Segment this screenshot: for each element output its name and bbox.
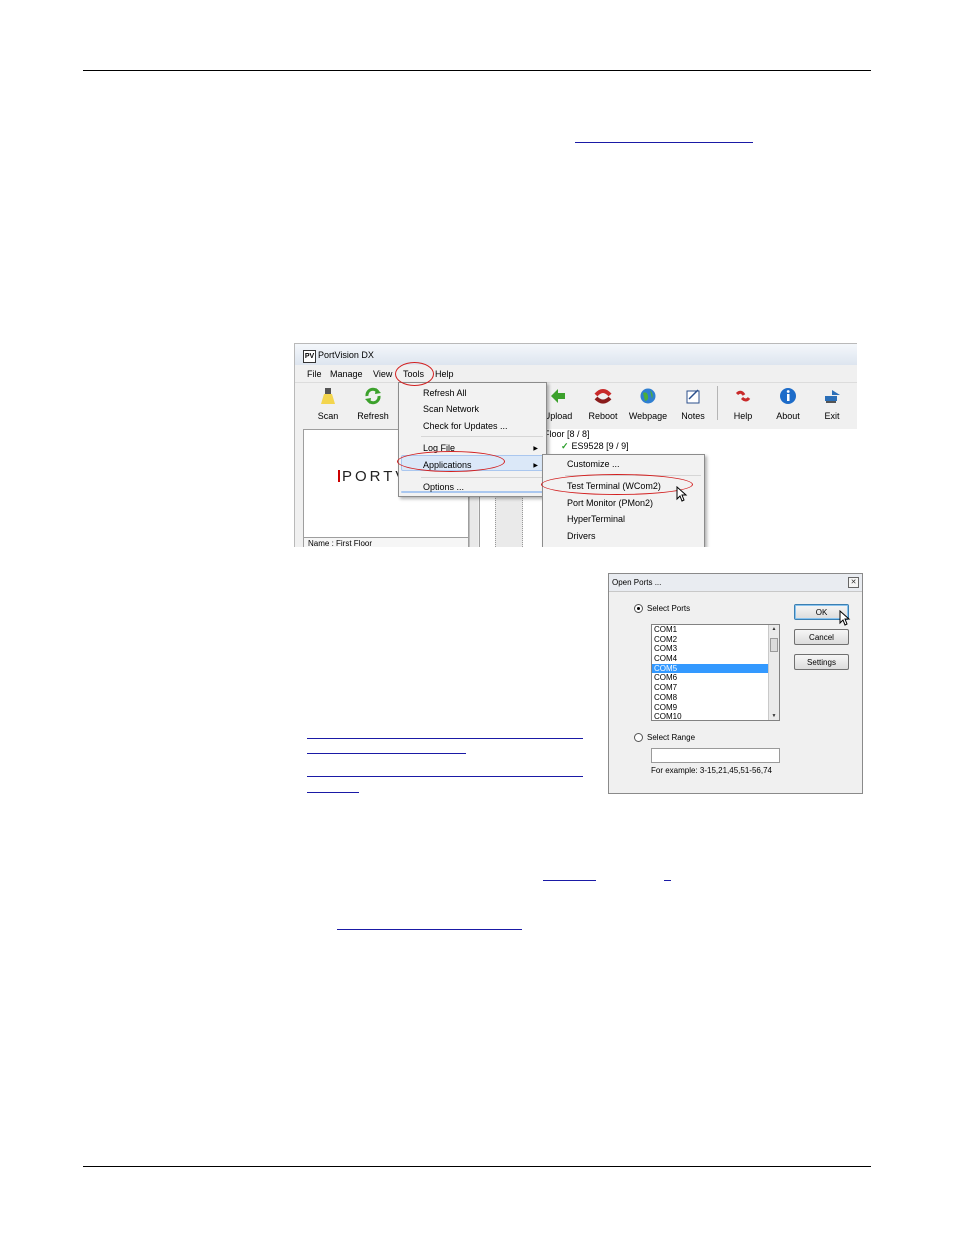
select-range-label: Select Range — [647, 733, 696, 742]
about-label: About — [776, 411, 800, 421]
tools-highlight-oval — [395, 362, 434, 386]
footer-rule — [83, 1166, 871, 1167]
cancel-button[interactable]: Cancel — [794, 629, 849, 645]
settings-button[interactable]: Settings — [794, 654, 849, 670]
hyperlink-underline[interactable] — [307, 776, 583, 777]
exit-label: Exit — [824, 411, 840, 421]
help-button[interactable]: Help — [723, 387, 763, 421]
refresh-label: Refresh — [357, 411, 389, 421]
menu-item-customize[interactable]: Customize ... — [567, 459, 620, 469]
menu-item-hyperterminal[interactable]: HyperTerminal — [567, 514, 625, 524]
list-item[interactable]: COM10 — [652, 712, 779, 720]
applications-highlight-oval — [397, 451, 505, 472]
scan-icon — [321, 388, 335, 404]
list-scrollbar[interactable]: ▲ ▼ — [768, 625, 779, 720]
hyperlink-underline[interactable] — [337, 929, 522, 930]
list-item[interactable]: COM6 — [652, 673, 779, 683]
name-field: Name : First Floor — [304, 537, 468, 547]
tree-column — [495, 492, 523, 547]
select-ports-label: Select Ports — [647, 604, 691, 613]
header-rule — [83, 70, 871, 71]
select-range-radio[interactable] — [634, 733, 643, 742]
upload-icon — [551, 389, 565, 403]
list-item[interactable]: COM3 — [652, 644, 779, 654]
hyperlink-underline[interactable] — [575, 142, 753, 143]
notes-icon — [686, 389, 700, 404]
menu-item-options[interactable]: Options ... — [423, 482, 464, 492]
refresh-button[interactable]: Refresh — [353, 387, 393, 421]
menu-separator — [421, 477, 543, 478]
notes-button[interactable]: Notes — [673, 387, 713, 421]
scroll-thumb[interactable] — [770, 638, 778, 652]
device-label: ES9528 [9 / 9] — [571, 441, 629, 451]
app-icon: PV — [303, 350, 316, 363]
list-item[interactable]: COM9 — [652, 703, 779, 713]
menu-help[interactable]: Help — [435, 369, 454, 379]
exit-icon — [825, 390, 840, 403]
dialog-title: Open Ports ... — [612, 578, 662, 587]
submenu-arrow-icon: ▶ — [533, 463, 538, 469]
menu-item-refresh-all[interactable]: Refresh All — [423, 388, 467, 398]
toolbar-separator — [717, 386, 718, 420]
dialog-title-bar: Open Ports ... ✕ — [609, 574, 862, 592]
tree-device-item[interactable]: ✓ ES9528 [9 / 9] — [561, 441, 629, 452]
scan-button[interactable]: Scan — [308, 387, 348, 421]
scroll-up-icon[interactable]: ▲ — [769, 626, 779, 632]
range-example: For example: 3-15,21,45,51-56,74 — [651, 766, 772, 775]
menu-manage[interactable]: Manage — [330, 369, 363, 379]
list-item-selected[interactable]: COM5 — [652, 663, 779, 674]
name-field-text: Name : First Floor — [308, 539, 373, 547]
menu-file[interactable]: File — [307, 369, 322, 379]
check-icon: ✓ — [561, 441, 569, 451]
window-title: PortVision DX — [318, 350, 374, 360]
list-item[interactable]: COM8 — [652, 693, 779, 703]
list-item[interactable]: COM1 — [652, 625, 779, 635]
menu-item-port-monitor[interactable]: Port Monitor (PMon2) — [567, 498, 653, 508]
hyperlink-underline[interactable] — [307, 738, 583, 739]
test-terminal-highlight-oval — [541, 474, 693, 495]
mouse-pointer-icon — [839, 610, 851, 626]
webpage-label: Webpage — [628, 411, 668, 421]
tools-menu: Refresh All Scan Network Check for Updat… — [398, 382, 547, 497]
mouse-pointer-icon — [676, 486, 688, 502]
menu-item-drivers[interactable]: Drivers — [567, 531, 596, 541]
menu-view[interactable]: View — [373, 369, 392, 379]
list-item[interactable]: COM4 — [652, 654, 779, 664]
hyperlink-underline[interactable] — [543, 880, 596, 881]
globe-icon — [640, 388, 656, 404]
exit-button[interactable]: Exit — [812, 387, 852, 421]
webpage-button[interactable]: Webpage — [628, 387, 668, 421]
hyperlink-underline[interactable] — [307, 792, 359, 793]
select-ports-radio[interactable] — [634, 604, 643, 613]
close-icon[interactable]: ✕ — [848, 577, 859, 588]
notes-label: Notes — [681, 411, 705, 421]
submenu-arrow-icon: ▶ — [533, 446, 538, 452]
list-item[interactable]: COM7 — [652, 683, 779, 693]
reboot-label: Reboot — [588, 411, 618, 421]
scroll-down-icon[interactable]: ▼ — [769, 713, 779, 719]
title-bar: PV PortVision DX — [295, 344, 857, 365]
hyperlink-underline[interactable] — [664, 880, 671, 881]
about-button[interactable]: About — [768, 387, 808, 421]
hyperlink-underline[interactable] — [307, 753, 466, 754]
menu-bar: File Manage View Tools Help — [295, 366, 857, 382]
reboot-icon — [594, 389, 612, 404]
open-ports-dialog: Open Ports ... ✕ Select Ports COM1 COM2 … — [608, 573, 863, 794]
range-input[interactable] — [651, 748, 780, 763]
help-label: Help — [733, 411, 753, 421]
menu-item-check-updates[interactable]: Check for Updates ... — [423, 421, 508, 431]
ports-list[interactable]: COM1 COM2 COM3 COM4 COM5 COM6 COM7 COM8 … — [651, 624, 780, 721]
menu-item-scan-network[interactable]: Scan Network — [423, 404, 479, 414]
refresh-icon — [365, 387, 381, 405]
info-icon — [780, 388, 796, 404]
list-item[interactable]: COM2 — [652, 635, 779, 645]
portvision-window: PV PortVision DX File Manage View Tools … — [294, 343, 857, 547]
toolbar: Scan Refresh Upload Reboot Webpage Notes… — [295, 382, 857, 427]
help-icon — [735, 390, 751, 402]
scan-label: Scan — [317, 411, 339, 421]
reboot-button[interactable]: Reboot — [583, 387, 623, 421]
menu-separator — [421, 436, 543, 437]
